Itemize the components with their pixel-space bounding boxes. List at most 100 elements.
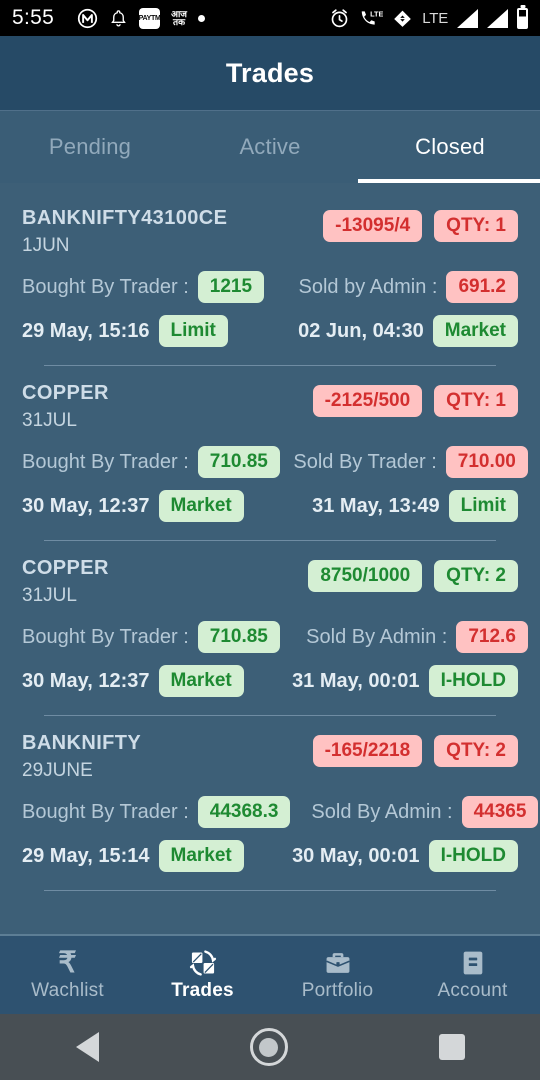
trade-card[interactable]: BANKNIFTY 29JUNE -165/2218 QTY: 2 Bought… xyxy=(0,716,540,891)
buy-time-side: 29 May, 15:16 Limit xyxy=(22,315,270,347)
tab-active[interactable]: Active xyxy=(180,111,360,183)
bottom-navigation-bar: ₹ Wachlist Trades Portfolio Account xyxy=(0,934,540,1014)
instrument-symbol: BANKNIFTY xyxy=(22,732,142,754)
qty-badge: QTY: 2 xyxy=(434,735,518,767)
buy-label: Bought By Trader : xyxy=(22,450,189,473)
trade-price-row: Bought By Trader : 710.85 Sold By Admin … xyxy=(22,621,528,653)
sell-label: Sold by Admin : xyxy=(298,275,438,298)
trade-price-row: Bought By Trader : 1215 Sold by Admin : … xyxy=(22,271,518,303)
wifi-calling-icon xyxy=(392,8,413,29)
buy-order-type-badge: Market xyxy=(158,490,244,522)
m-app-icon xyxy=(77,8,98,29)
trade-card[interactable]: COPPER 31JUL -2125/500 QTY: 1 Bought By … xyxy=(0,366,540,541)
home-button-icon[interactable] xyxy=(249,1028,288,1066)
qty-badge: QTY: 1 xyxy=(434,385,518,417)
sell-datetime: 02 Jun, 04:30 xyxy=(298,319,424,342)
trade-time-row: 30 May, 12:37 Market 31 May, 00:01 I-HOL… xyxy=(22,665,518,697)
instrument-info: BANKNIFTY 29JUNE xyxy=(22,730,141,784)
phone-screen: 5:55 PAYTM आज तक LTE LTE Trades Pending … xyxy=(0,0,540,1080)
trade-summary-badges: -165/2218 QTY: 2 xyxy=(312,730,518,767)
sell-order-type-badge: I-HOLD xyxy=(428,665,518,697)
trade-card-header: BANKNIFTY 29JUNE -165/2218 QTY: 2 xyxy=(22,730,518,784)
buy-time-side: 29 May, 15:14 Market xyxy=(22,840,270,872)
tab-bar: Pending Active Closed xyxy=(0,110,540,183)
status-bar-clock: 5:55 xyxy=(12,6,55,29)
sell-order-type-badge: I-HOLD xyxy=(428,840,518,872)
buy-datetime: 29 May, 15:16 xyxy=(22,319,150,342)
instrument-info: COPPER 31JUL xyxy=(22,380,109,434)
buy-side: Bought By Trader : 710.85 xyxy=(22,446,280,478)
sell-label: Sold By Admin : xyxy=(306,625,448,648)
sell-datetime: 31 May, 13:49 xyxy=(312,494,440,517)
id-card-icon xyxy=(460,948,486,978)
buy-side: Bought By Trader : 1215 xyxy=(22,271,270,303)
buy-side: Bought By Trader : 710.85 xyxy=(22,621,280,653)
instrument-info: BANKNIFTY43100CE 1JUN xyxy=(22,205,227,259)
tab-active-label: Active xyxy=(239,134,301,159)
sell-datetime: 31 May, 00:01 xyxy=(292,669,420,692)
instrument-symbol: COPPER xyxy=(22,557,109,579)
trade-summary-badges: -13095/4 QTY: 1 xyxy=(323,205,518,242)
instrument-expiry: 1JUN xyxy=(22,235,70,256)
nav-item-trades-label: Trades xyxy=(171,980,234,1001)
nav-item-portfolio[interactable]: Portfolio xyxy=(270,936,405,1014)
trade-summary-badges: 8750/1000 QTY: 2 xyxy=(308,555,518,592)
trade-card[interactable]: BANKNIFTY43100CE 1JUN -13095/4 QTY: 1 Bo… xyxy=(0,191,540,366)
signal-bars-1-icon xyxy=(457,8,478,28)
paytm-icon: PAYTM xyxy=(139,7,161,29)
sell-price-badge: 691.2 xyxy=(446,271,518,303)
trade-card-header: COPPER 31JUL -2125/500 QTY: 1 xyxy=(22,380,518,434)
qty-badge: QTY: 2 xyxy=(434,560,518,592)
sell-price-badge: 712.6 xyxy=(456,621,528,653)
trade-time-row: 29 May, 15:16 Limit 02 Jun, 04:30 Market xyxy=(22,315,518,347)
nav-item-account-label: Account xyxy=(437,980,508,1001)
pnl-badge: -2125/500 xyxy=(312,385,423,417)
instrument-symbol: COPPER xyxy=(22,382,109,404)
back-button-icon[interactable] xyxy=(75,1032,99,1062)
pnl-badge: 8750/1000 xyxy=(308,560,423,592)
buy-order-type-badge: Market xyxy=(158,840,244,872)
pnl-badge: -13095/4 xyxy=(323,210,423,242)
nav-item-trades[interactable]: Trades xyxy=(135,936,270,1014)
trade-summary-badges: -2125/500 QTY: 1 xyxy=(312,380,518,417)
lte-label: LTE xyxy=(422,9,448,27)
nav-item-account[interactable]: Account xyxy=(405,936,540,1014)
sell-time-side: 31 May, 00:01 I-HOLD xyxy=(270,665,518,697)
buy-price-badge: 1215 xyxy=(197,271,265,303)
tab-closed[interactable]: Closed xyxy=(360,111,540,183)
buy-order-type-badge: Market xyxy=(158,665,244,697)
buy-price-badge: 710.85 xyxy=(197,621,280,653)
sell-price-badge: 44365 xyxy=(461,796,539,828)
buy-label: Bought By Trader : xyxy=(22,625,189,648)
instrument-expiry: 29JUNE xyxy=(22,760,93,781)
paytm-label: PAYTM xyxy=(139,14,161,22)
trade-card[interactable]: COPPER 31JUL 8750/1000 QTY: 2 Bought By … xyxy=(0,541,540,716)
closed-trades-list[interactable]: BANKNIFTY43100CE 1JUN -13095/4 QTY: 1 Bo… xyxy=(0,183,540,934)
notification-bell-icon xyxy=(109,8,128,29)
sell-price-badge: 710.00 xyxy=(445,446,528,478)
instrument-expiry: 31JUL xyxy=(22,585,77,606)
trade-price-row: Bought By Trader : 44368.3 Sold By Admin… xyxy=(22,796,539,828)
svg-text:LTE: LTE xyxy=(370,9,383,18)
page-title: Trades xyxy=(225,57,315,88)
aajtak-icon: आज तक xyxy=(171,10,187,27)
instrument-info: COPPER 31JUL xyxy=(22,555,109,609)
app-header: Trades xyxy=(0,36,540,110)
android-status-bar: 5:55 PAYTM आज तक LTE LTE xyxy=(0,0,540,36)
tab-closed-label: Closed xyxy=(415,134,485,159)
pnl-badge: -165/2218 xyxy=(312,735,423,767)
nav-item-portfolio-label: Portfolio xyxy=(301,980,374,1001)
buy-time-side: 30 May, 12:37 Market xyxy=(22,490,270,522)
buy-label: Bought By Trader : xyxy=(22,275,189,298)
sell-datetime: 30 May, 00:01 xyxy=(292,844,420,867)
tab-pending[interactable]: Pending xyxy=(0,111,180,183)
sell-time-side: 02 Jun, 04:30 Market xyxy=(270,315,518,347)
battery-icon xyxy=(517,7,528,29)
sell-side: Sold By Admin : 44365 xyxy=(290,796,539,828)
nav-item-watchlist[interactable]: ₹ Wachlist xyxy=(0,936,135,1014)
buy-datetime: 30 May, 12:37 xyxy=(22,669,150,692)
instrument-symbol: BANKNIFTY43100CE xyxy=(22,207,228,229)
sell-side: Sold By Trader : 710.00 xyxy=(280,446,528,478)
recents-button-icon[interactable] xyxy=(438,1034,465,1060)
briefcase-icon xyxy=(324,948,352,978)
